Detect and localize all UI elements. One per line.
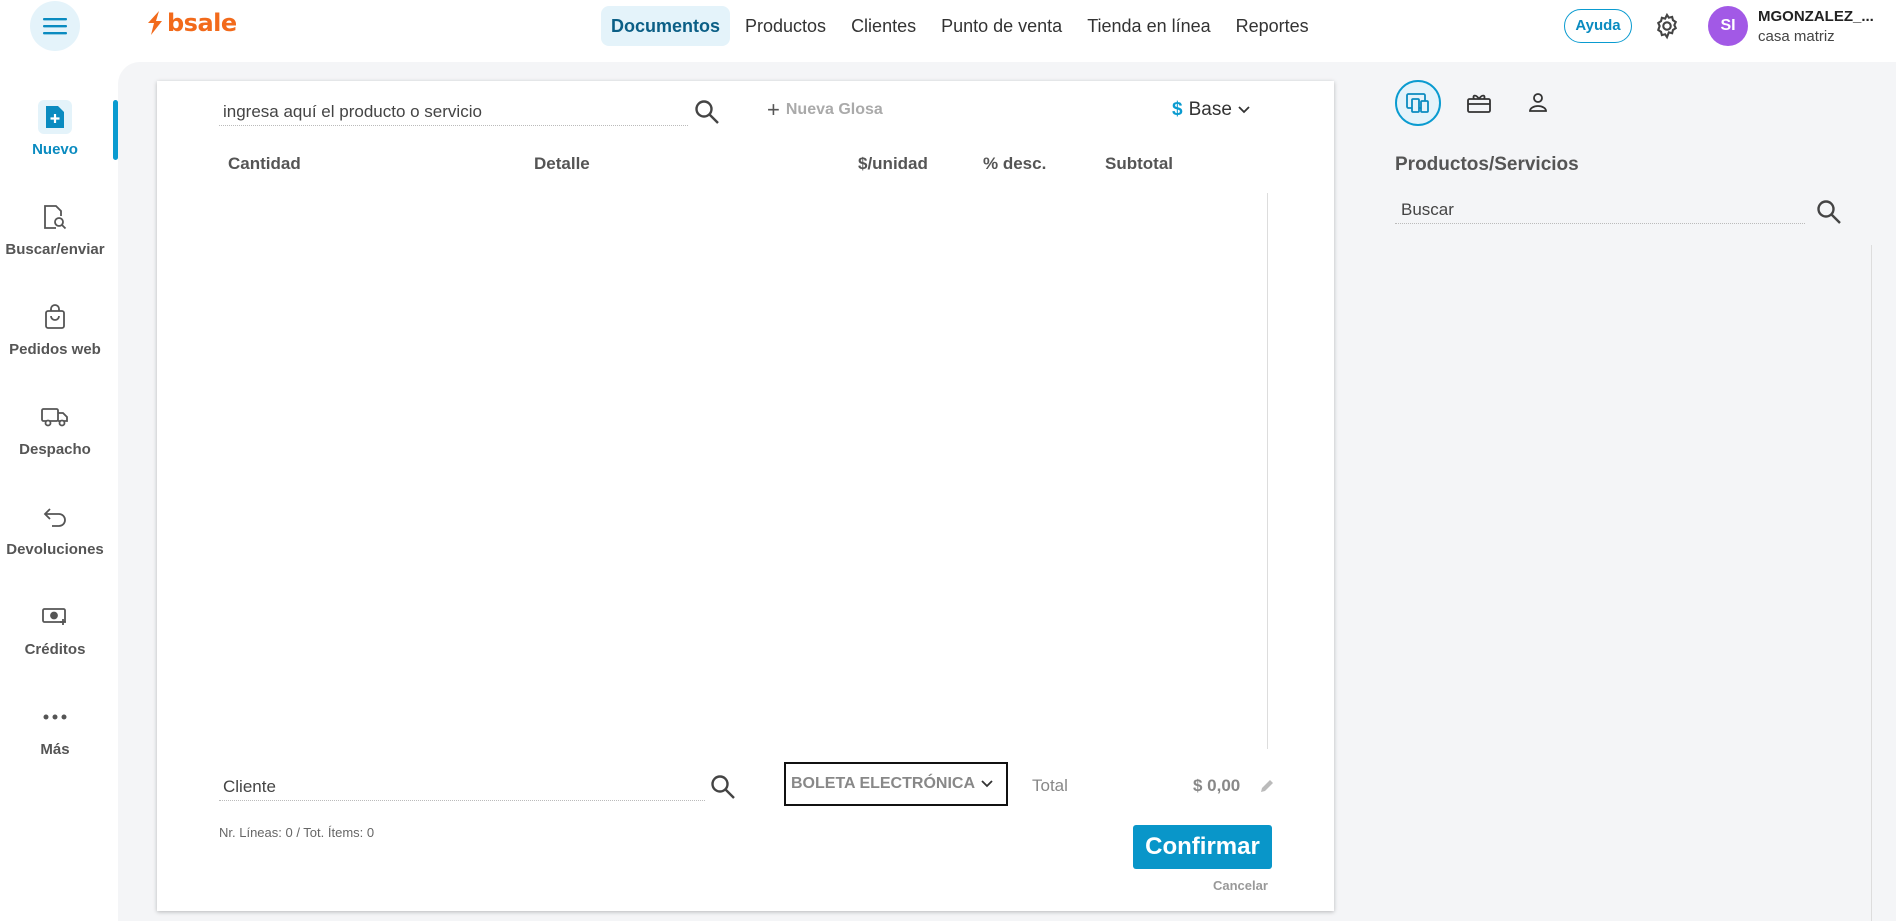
shopping-bag-icon (38, 300, 72, 334)
search-icon[interactable] (709, 773, 737, 801)
column-descuento: % desc. (983, 154, 1047, 173)
nav-clientes[interactable]: Clientes (841, 6, 926, 46)
document-type-label: BOLETA ELECTRÓNICA (791, 775, 975, 792)
help-button[interactable]: Ayuda (1564, 9, 1632, 43)
sidebar-item-label: Pedidos web (9, 341, 101, 358)
sidebar: Nuevo Buscar/enviar Pedidos web Despacho… (0, 52, 118, 921)
hamburger-icon (43, 18, 67, 35)
sidebar-item-pedidos-web[interactable]: Pedidos web (0, 300, 110, 358)
confirm-button[interactable]: Confirmar (1133, 825, 1272, 869)
price-list-dropdown[interactable]: $ Base (1172, 99, 1250, 121)
nav-reportes[interactable]: Reportes (1226, 6, 1319, 46)
sidebar-item-label: Créditos (24, 641, 86, 658)
user-name[interactable]: MGONZALEZ_... (1758, 8, 1874, 25)
nav-tienda-en-linea[interactable]: Tienda en línea (1077, 6, 1220, 46)
sidebar-item-buscar-enviar[interactable]: Buscar/enviar (0, 200, 110, 258)
truck-icon (38, 400, 72, 434)
sidebar-item-nuevo[interactable]: Nuevo (0, 100, 110, 158)
column-cantidad: Cantidad (228, 154, 301, 173)
new-gloss-label: Nueva Glosa (785, 101, 883, 118)
sidebar-item-label: Más (40, 741, 70, 758)
cancel-link[interactable]: Cancelar (1213, 878, 1268, 893)
tab-gift-cards[interactable] (1456, 80, 1502, 126)
lines-summary: Nr. Líneas: 0 / Tot. Ítems: 0 (219, 825, 375, 840)
main-nav: Documentos Productos Clientes Punto de v… (601, 6, 1324, 46)
return-arrow-icon (38, 500, 72, 534)
logo-text: bsale (167, 9, 237, 37)
money-icon (38, 600, 72, 634)
avatar[interactable]: SI (1708, 6, 1748, 46)
gear-icon[interactable] (1653, 12, 1681, 40)
sidebar-item-creditos[interactable]: Créditos (0, 600, 110, 658)
client-search-input[interactable]: Cliente (219, 775, 705, 801)
tab-client[interactable] (1515, 80, 1561, 126)
product-search-input[interactable]: ingresa aquí el producto o servicio (219, 100, 688, 126)
panel-title: Productos/Servicios (1395, 154, 1579, 175)
sidebar-item-label: Buscar/enviar (5, 241, 105, 258)
search-document-icon (38, 200, 72, 234)
total-label: Total (1032, 776, 1068, 795)
hamburger-menu-button[interactable] (30, 1, 80, 51)
product-panel-search-input[interactable]: Buscar (1395, 198, 1805, 224)
currency-symbol: $ (1172, 99, 1183, 120)
plus-icon: + (767, 97, 780, 122)
bsale-logo[interactable]: bsale (145, 9, 237, 37)
right-panel: Productos/Servicios Buscar (1395, 80, 1885, 921)
document-type-select[interactable]: BOLETA ELECTRÓNICA (784, 762, 1008, 806)
chevron-down-icon (981, 780, 993, 788)
price-list-label: Base (1188, 99, 1232, 120)
column-detalle: Detalle (534, 154, 590, 173)
new-gloss-button[interactable]: + Nueva Glosa (767, 97, 883, 122)
sidebar-item-devoluciones[interactable]: Devoluciones (0, 500, 110, 558)
devices-icon (1406, 93, 1429, 113)
new-document-icon (38, 100, 72, 134)
total-value: $ 0,00 (1193, 776, 1241, 795)
sidebar-item-mas[interactable]: Más (0, 700, 110, 758)
gift-card-icon (1467, 94, 1491, 113)
column-precio-unidad: $/unidad (858, 154, 928, 173)
panel-scrollbar[interactable] (1871, 245, 1872, 921)
document-editor: ingresa aquí el producto o servicio + Nu… (157, 81, 1334, 911)
search-icon[interactable] (1815, 198, 1843, 226)
pencil-icon[interactable] (1259, 778, 1275, 794)
nav-productos[interactable]: Productos (735, 6, 836, 46)
nav-documentos[interactable]: Documentos (601, 6, 731, 46)
lines-scrollbar[interactable] (1267, 193, 1268, 749)
more-dots-icon (38, 700, 72, 734)
person-icon (1529, 93, 1547, 112)
user-branch: casa matriz (1758, 28, 1835, 45)
tab-products-devices[interactable] (1395, 80, 1441, 126)
sidebar-item-label: Despacho (19, 441, 91, 458)
sidebar-item-label: Devoluciones (6, 541, 104, 558)
sidebar-item-label: Nuevo (32, 141, 78, 158)
bolt-logo-icon (148, 11, 162, 35)
chevron-down-icon (1238, 106, 1250, 114)
sidebar-item-despacho[interactable]: Despacho (0, 400, 110, 458)
nav-punto-de-venta[interactable]: Punto de venta (931, 6, 1072, 46)
top-bar: bsale Documentos Productos Clientes Punt… (0, 0, 1896, 52)
column-subtotal: Subtotal (1105, 154, 1173, 173)
search-icon[interactable] (693, 98, 721, 126)
